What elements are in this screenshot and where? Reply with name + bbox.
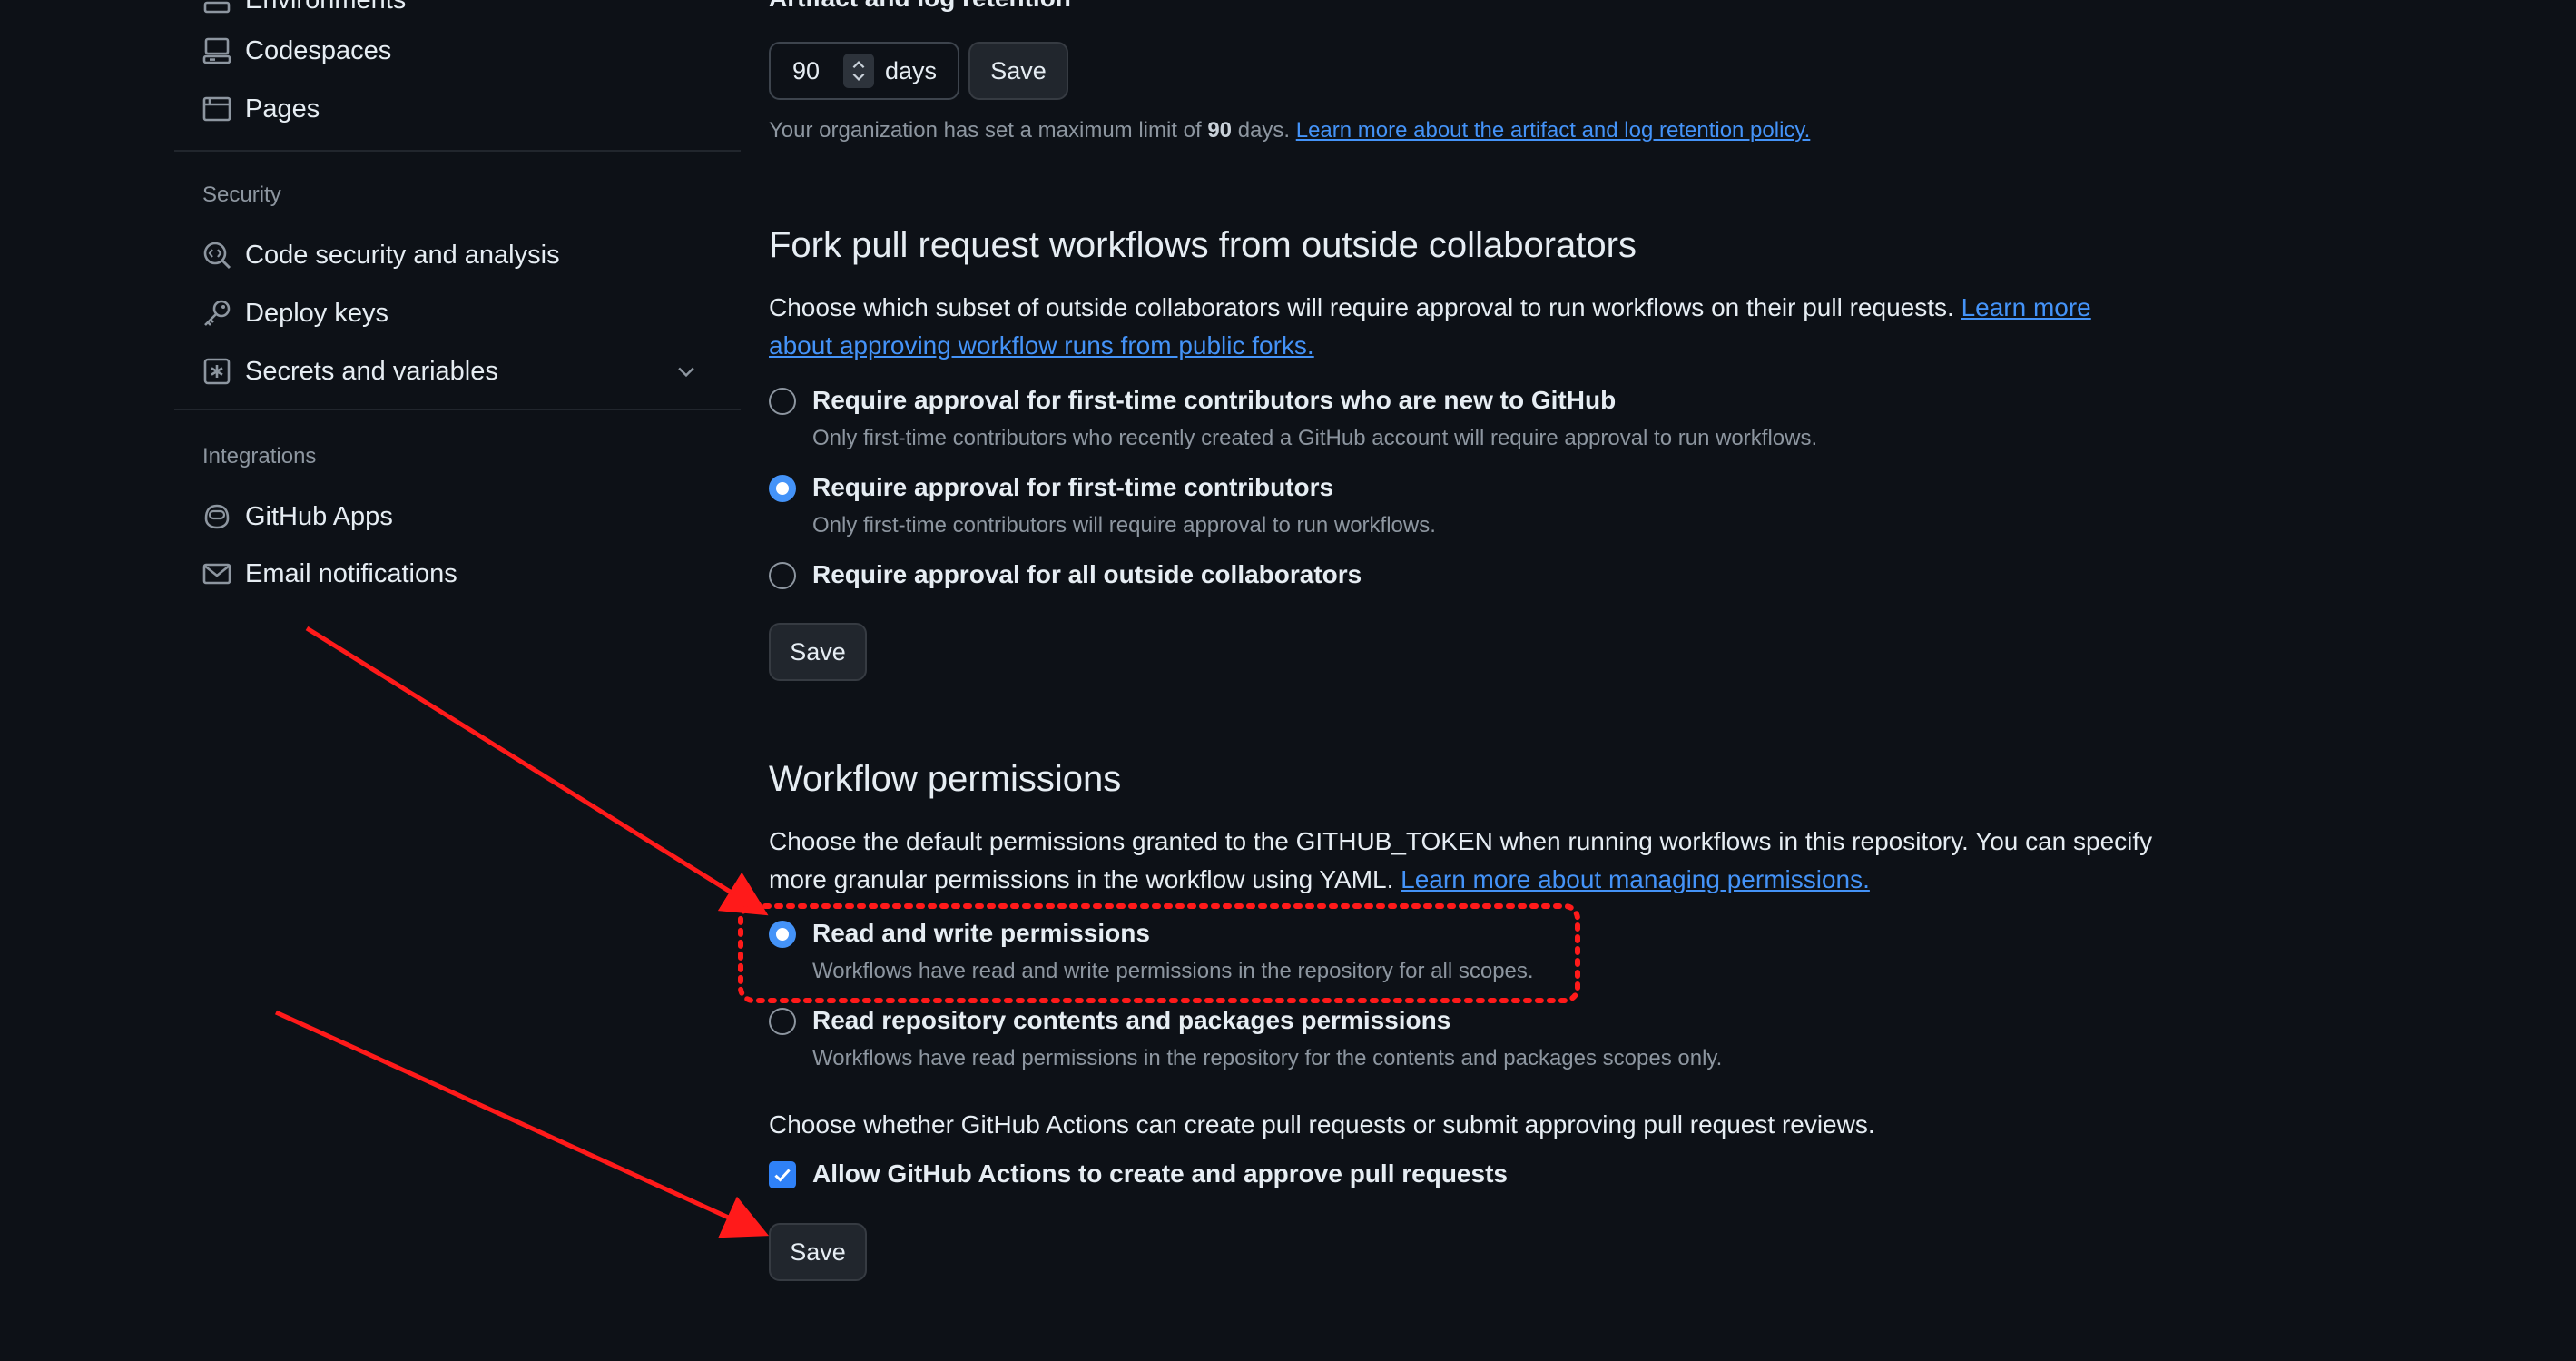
days-stepper[interactable] <box>843 54 874 88</box>
workflow-permissions-heading: Workflow permissions <box>769 759 1122 799</box>
artifact-retention-heading: Artifact and log retention <box>769 0 1071 13</box>
copilot-icon <box>202 501 232 532</box>
radio-description: Workflows have read and write permission… <box>812 959 1534 983</box>
sidebar-item-deploy-keys[interactable]: Deploy keys <box>174 288 719 339</box>
radio-button-selected[interactable] <box>769 921 796 948</box>
sidebar-divider <box>174 409 741 410</box>
key-icon <box>202 298 232 329</box>
asterisk-icon <box>202 356 232 387</box>
retention-days-unit: days <box>885 56 938 84</box>
annotation-overlay <box>274 626 1580 1238</box>
retention-limit-text: Your organization has set a maximum limi… <box>769 118 1811 143</box>
radio-label: Read repository contents and packages pe… <box>812 1006 1451 1034</box>
codescan-icon <box>202 240 232 271</box>
sidebar-item-secrets-and-variables[interactable]: Secrets and variables <box>174 346 719 397</box>
fork-learn-more-link-cont[interactable]: about approving workflow runs from publi… <box>769 331 1314 360</box>
retention-policy-link[interactable]: Learn more about the artifact and log re… <box>1296 118 1811 143</box>
retention-save-button[interactable]: Save <box>968 42 1068 100</box>
radio-description: Only first-time contributors will requir… <box>812 513 1436 537</box>
chevron-down-icon[interactable] <box>673 359 699 391</box>
fork-learn-more-link[interactable]: Learn more <box>1961 293 2091 321</box>
radio-button-selected[interactable] <box>769 475 796 502</box>
retention-limit-value: 90 <box>1207 118 1233 143</box>
sidebar-item-label: Code security and analysis <box>245 240 560 270</box>
check-icon <box>774 1169 791 1182</box>
radio-label: Require approval for all outside collabo… <box>812 560 1362 588</box>
annotation-arrow-upper <box>305 626 769 916</box>
sidebar-item-label: Pages <box>245 94 320 123</box>
annotation-arrow-lower <box>274 1010 770 1238</box>
sidebar-item-label: Environments <box>245 0 406 15</box>
radio-button[interactable] <box>769 1008 796 1035</box>
sidebar-item-label: Codespaces <box>245 35 392 65</box>
codespaces-icon <box>202 35 232 66</box>
radio-label: Require approval for first-time contribu… <box>812 386 1617 414</box>
sidebar-item-pages[interactable]: Pages <box>174 84 719 134</box>
sidebar-heading-security: Security <box>202 182 281 207</box>
managing-permissions-link[interactable]: Learn more about managing permissions. <box>1401 865 1870 893</box>
sidebar-item-github-apps[interactable]: GitHub Apps <box>174 491 719 542</box>
radio-button[interactable] <box>769 388 796 415</box>
workflow-save-button[interactable]: Save <box>769 1223 867 1281</box>
sidebar-item-codespaces[interactable]: Codespaces <box>174 25 719 76</box>
checkbox-label: Allow GitHub Actions to create and appro… <box>812 1159 1508 1188</box>
sidebar-item-email-notifications[interactable]: Email notifications <box>174 548 719 599</box>
checkbox-checked[interactable] <box>769 1161 796 1188</box>
fork-pr-description: Choose which subset of outside collabora… <box>769 293 2091 360</box>
fork-save-button[interactable]: Save <box>769 623 867 681</box>
workflow-permissions-description: Choose the default permissions granted t… <box>769 827 2153 893</box>
radio-description: Workflows have read permissions in the r… <box>812 1046 1723 1070</box>
sidebar-item-environments[interactable]: Environments <box>174 0 719 25</box>
sidebar-divider <box>174 150 741 152</box>
retention-days-value: 90 <box>792 56 821 84</box>
sidebar-item-code-security[interactable]: Code security and analysis <box>174 230 719 281</box>
sidebar-item-label: Deploy keys <box>245 298 388 328</box>
sidebar-item-label: Email notifications <box>245 558 457 588</box>
radio-button[interactable] <box>769 562 796 589</box>
server-icon <box>202 0 232 15</box>
mail-icon <box>202 558 232 589</box>
browser-icon <box>202 94 232 124</box>
radio-label: Require approval for first-time contribu… <box>812 473 1334 501</box>
radio-description: Only first-time contributors who recentl… <box>812 426 1818 450</box>
radio-label: Read and write permissions <box>812 919 1150 947</box>
fork-pr-heading: Fork pull request workflows from outside… <box>769 225 1637 265</box>
settings-page: Environments Codespaces Pages Security C… <box>0 0 2576 1361</box>
sidebar-item-label: Secrets and variables <box>245 356 498 386</box>
retention-days-input[interactable]: 90 days <box>769 42 959 100</box>
sidebar-heading-integrations: Integrations <box>202 444 317 468</box>
sidebar-item-label: GitHub Apps <box>245 501 393 531</box>
pr-permission-question: Choose whether GitHub Actions can create… <box>769 1110 1875 1139</box>
